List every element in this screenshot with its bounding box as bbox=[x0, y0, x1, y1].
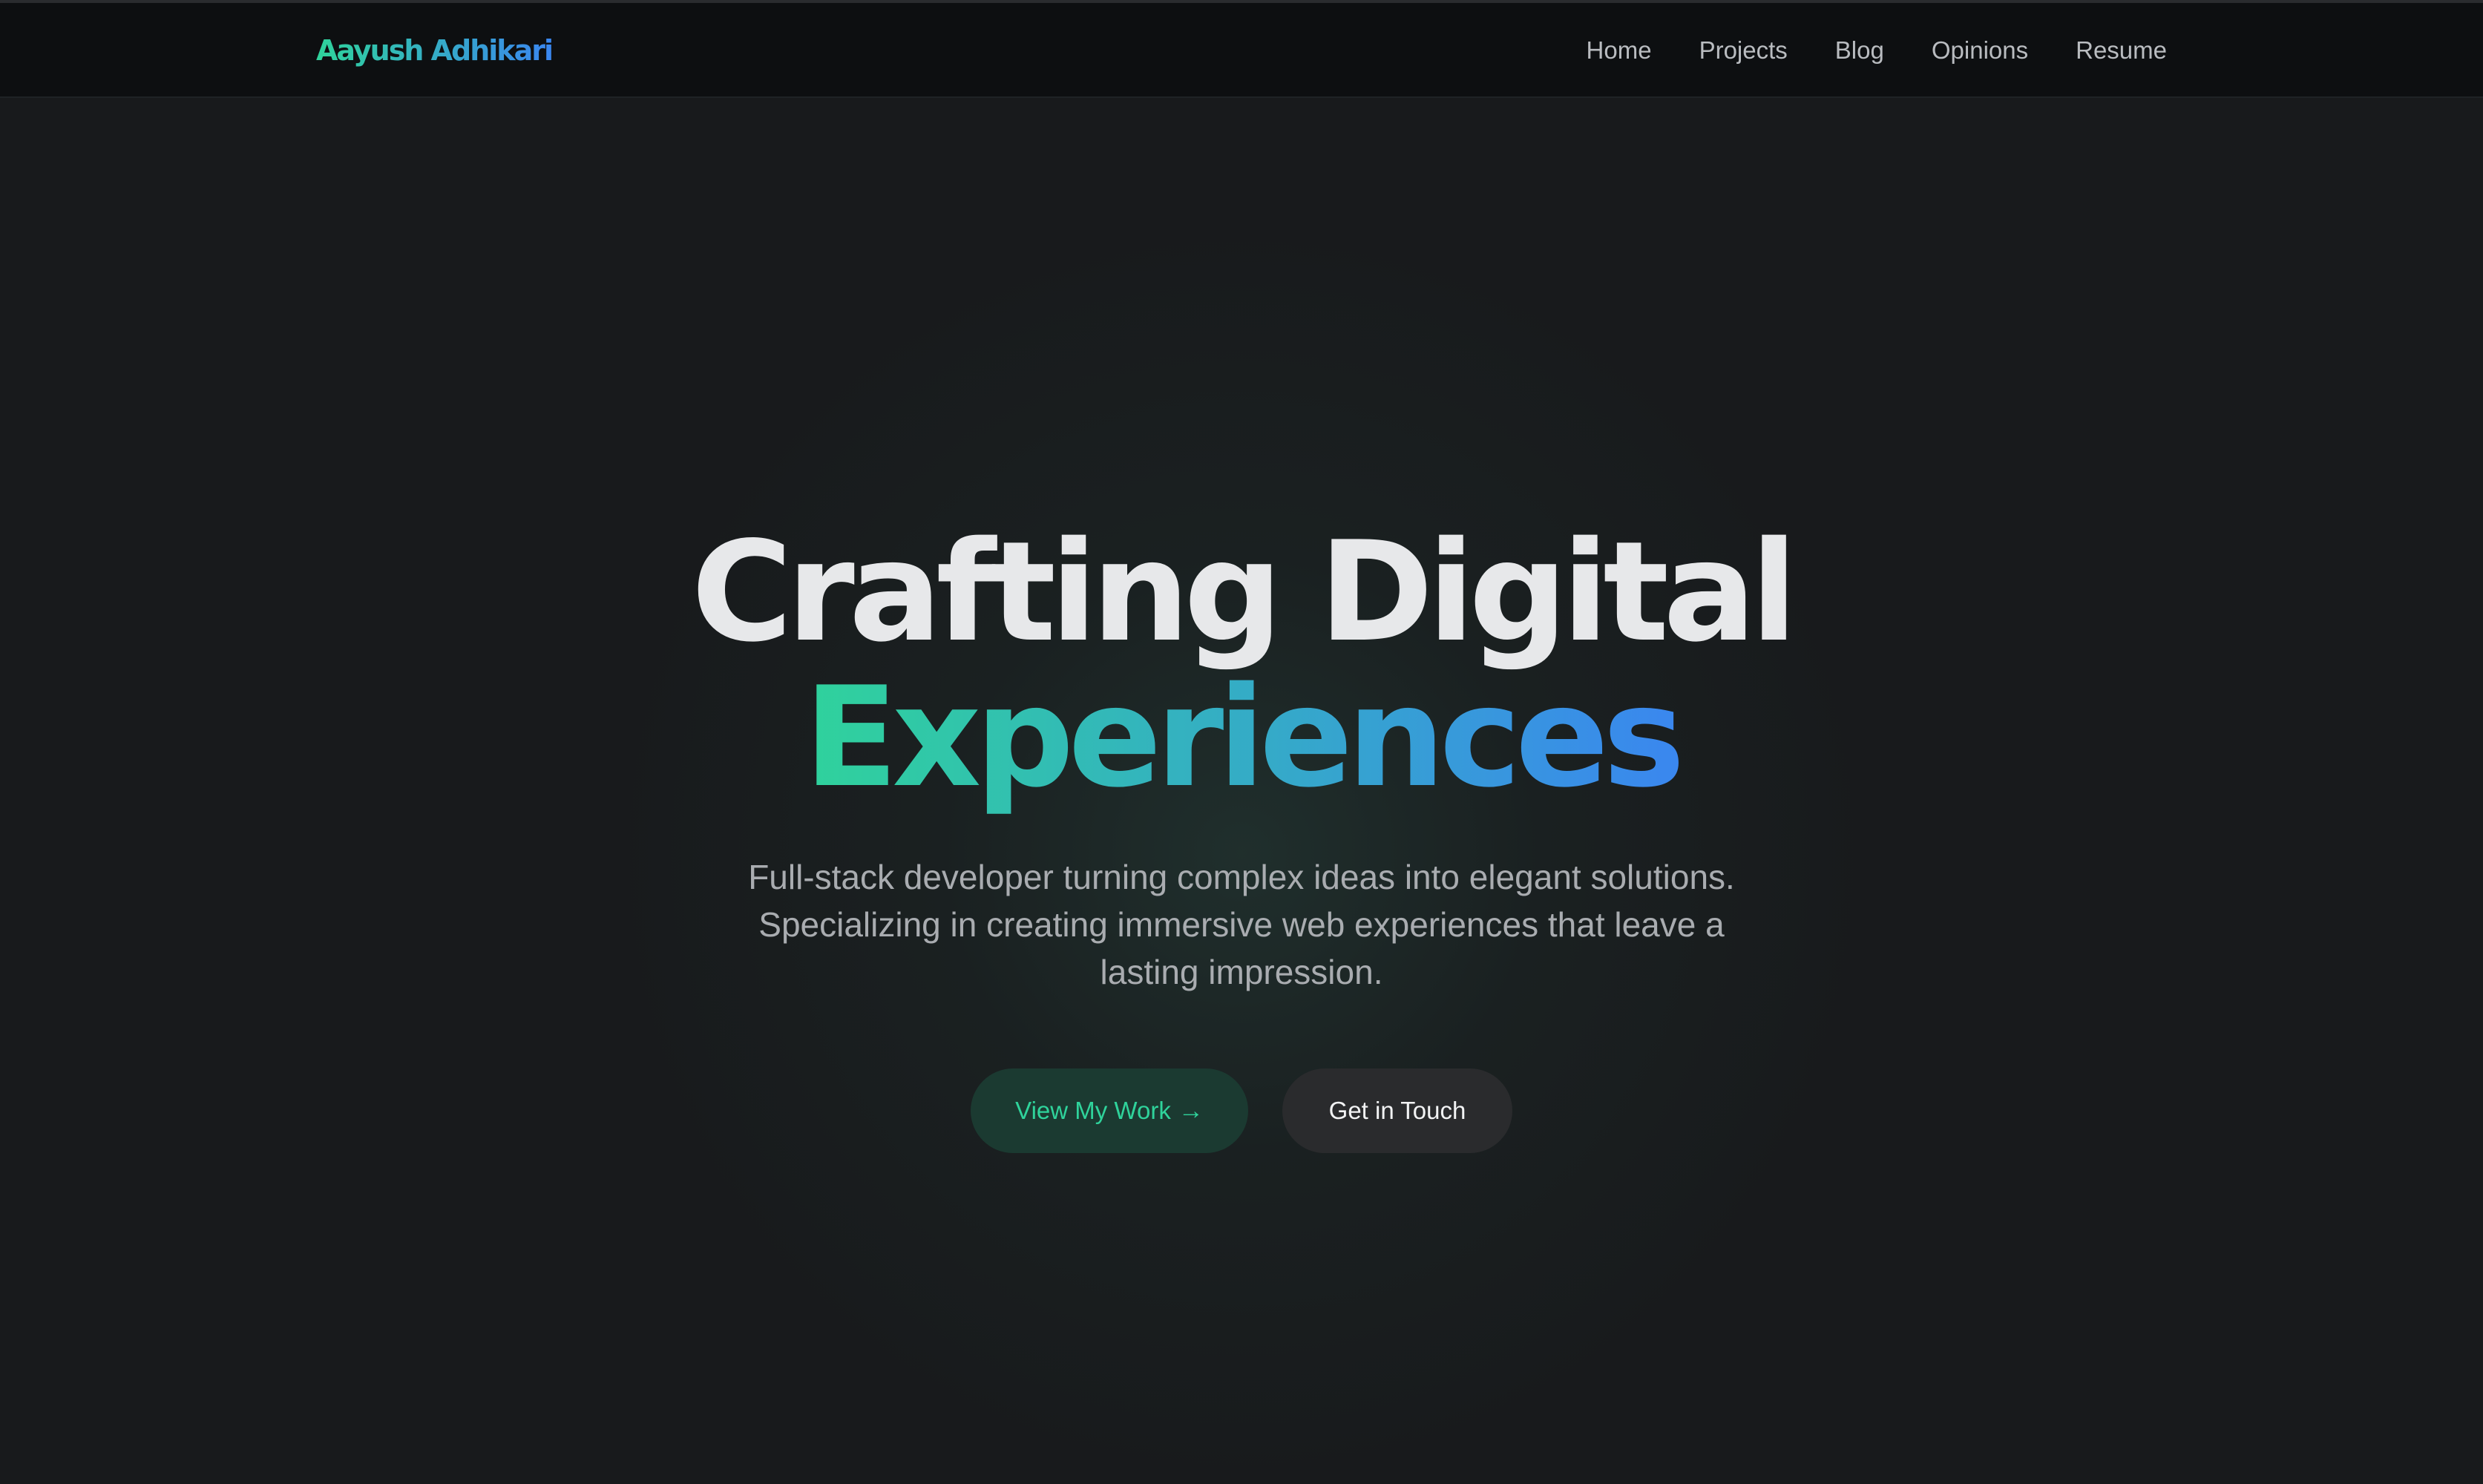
view-my-work-button[interactable]: View My Work → bbox=[971, 1068, 1248, 1153]
portfolio-page: Aayush Adhikari Home Projects Blog Opini… bbox=[0, 0, 2483, 1484]
nav-link-opinions[interactable]: Opinions bbox=[1932, 36, 2028, 65]
hero-title-line-1: Crafting Digital bbox=[691, 511, 1798, 672]
brand-logo[interactable]: Aayush Adhikari bbox=[316, 33, 554, 68]
nav-link-resume[interactable]: Resume bbox=[2076, 36, 2167, 65]
hero-title-line-2: Experiences bbox=[796, 665, 1687, 822]
hero-subtitle: Full-stack developer turning complex ide… bbox=[748, 858, 1735, 991]
get-in-touch-button[interactable]: Get in Touch bbox=[1282, 1068, 1512, 1153]
navbar: Aayush Adhikari Home Projects Blog Opini… bbox=[0, 3, 2483, 98]
cta-row: View My Work → Get in Touch bbox=[0, 1068, 2483, 1153]
arrow-right-icon: → bbox=[1178, 1096, 1204, 1125]
nav-link-home[interactable]: Home bbox=[1587, 36, 1652, 65]
nav-link-blog[interactable]: Blog bbox=[1835, 36, 1884, 65]
nav-links: Home Projects Blog Opinions Resume bbox=[1587, 3, 2167, 98]
get-in-touch-label: Get in Touch bbox=[1328, 1097, 1466, 1124]
hero-title: Crafting Digital Experiences bbox=[0, 519, 2483, 822]
hero-section: Crafting Digital Experiences bbox=[0, 519, 2483, 822]
view-my-work-label: View My Work bbox=[1015, 1097, 1171, 1124]
nav-link-projects[interactable]: Projects bbox=[1699, 36, 1788, 65]
